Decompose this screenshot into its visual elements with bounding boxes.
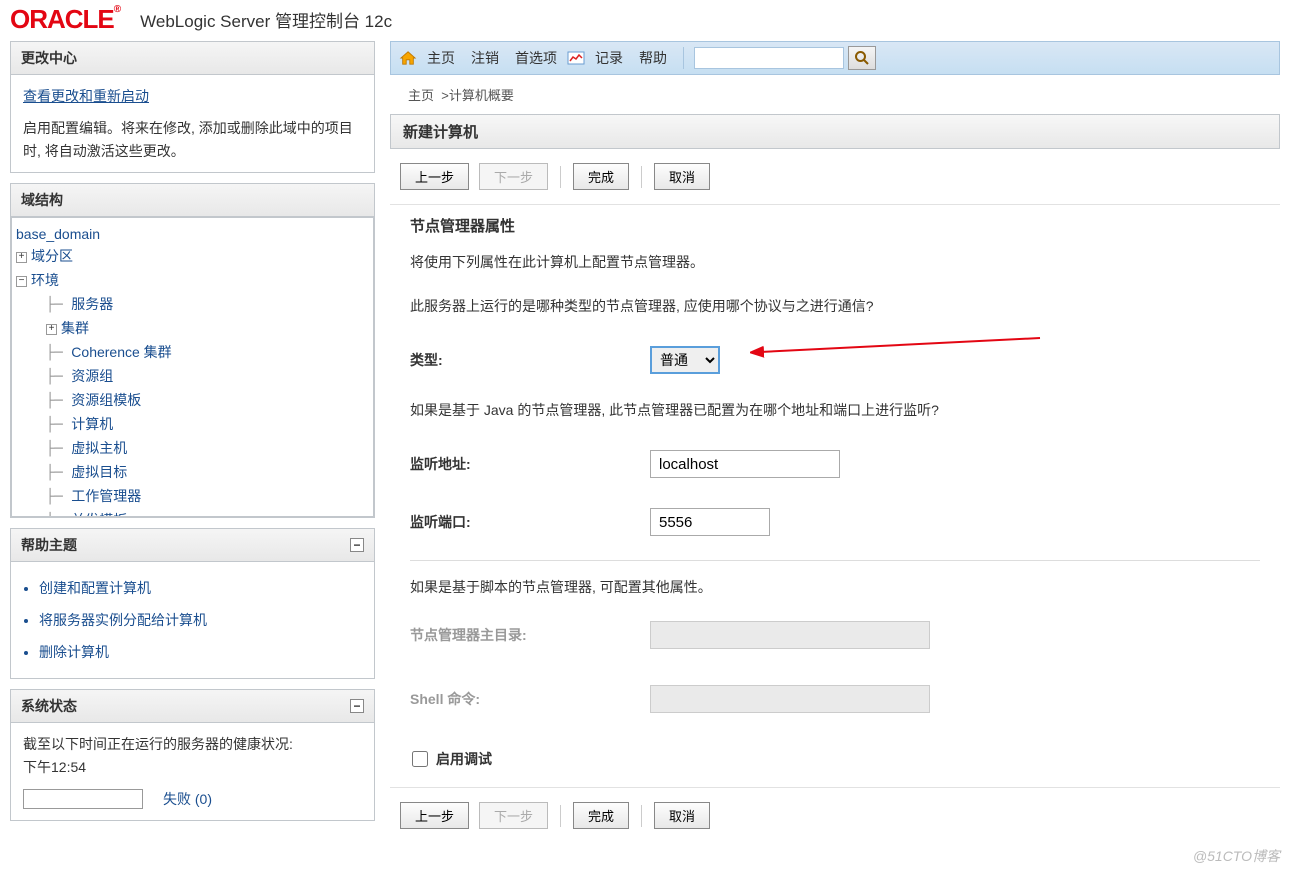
tree-virtual-targets[interactable]: 虚拟目标 — [71, 464, 127, 480]
section-title: 新建计算机 — [390, 114, 1280, 149]
nm-home-label: 节点管理器主目录: — [410, 625, 650, 645]
type-question: 此服务器上运行的是哪种类型的节点管理器, 应使用哪个协议与之进行通信? — [410, 290, 1260, 336]
back-button[interactable]: 上一步 — [400, 163, 469, 190]
system-status-panel: 系统状态 − 截至以下时间正在运行的服务器的健康状况: 下午12:54 失败 (… — [10, 689, 375, 821]
system-status-running: 截至以下时间正在运行的服务器的健康状况: — [23, 733, 362, 755]
tree-concurrent-templates[interactable]: 并发模板 — [71, 512, 127, 517]
search-input[interactable] — [694, 47, 844, 69]
debug-label: 启用调试 — [436, 749, 492, 769]
finish-button-bottom[interactable]: 完成 — [573, 802, 629, 829]
system-status-time: 下午12:54 — [23, 756, 362, 778]
finish-button[interactable]: 完成 — [573, 163, 629, 190]
collapse-icon[interactable]: − — [350, 699, 364, 713]
domain-structure-title: 域结构 — [11, 184, 374, 217]
toolbar-logout[interactable]: 注销 — [465, 48, 505, 68]
shell-cmd-input — [650, 685, 930, 713]
toolbar-home[interactable]: 主页 — [421, 48, 461, 68]
listen-port-label: 监听端口: — [410, 512, 650, 532]
help-link-2[interactable]: 将服务器实例分配给计算机 — [39, 612, 207, 628]
breadcrumb-current: 计算机概要 — [449, 88, 514, 103]
oracle-logo: ORACLE® — [10, 4, 120, 35]
tree-work-managers[interactable]: 工作管理器 — [71, 488, 141, 504]
health-bar — [23, 789, 143, 809]
tree-partition[interactable]: 域分区 — [31, 248, 73, 264]
domain-tree[interactable]: base_domain +域分区 −环境 ├─ 服务器 +集群 ├─ Coher… — [11, 217, 374, 517]
fail-count[interactable]: 失败 (0) — [163, 788, 212, 810]
search-icon — [854, 50, 870, 66]
app-header: ORACLE® WebLogic Server 管理控制台 12c — [0, 0, 1290, 41]
tree-machines[interactable]: 计算机 — [71, 416, 113, 432]
help-link-1[interactable]: 创建和配置计算机 — [39, 580, 151, 596]
tree-clusters[interactable]: 集群 — [61, 320, 89, 336]
breadcrumb: 主页 >计算机概要 — [390, 75, 1280, 114]
button-row-bottom: 上一步 下一步 完成 取消 — [390, 788, 1280, 843]
tree-root[interactable]: base_domain — [16, 226, 100, 242]
expand-icon[interactable]: + — [16, 252, 27, 263]
next-button-bottom: 下一步 — [479, 802, 548, 829]
form-heading: 节点管理器属性 — [410, 209, 1260, 242]
type-label: 类型: — [410, 350, 650, 370]
tree-coherence[interactable]: Coherence 集群 — [71, 344, 171, 360]
record-icon[interactable] — [567, 51, 585, 65]
tree-environment[interactable]: 环境 — [31, 272, 59, 288]
domain-structure-panel: 域结构 base_domain +域分区 −环境 ├─ 服务器 +集群 ├─ C… — [10, 183, 375, 518]
toolbar-help[interactable]: 帮助 — [633, 48, 673, 68]
collapse-icon[interactable]: − — [350, 538, 364, 552]
next-button: 下一步 — [479, 163, 548, 190]
nm-home-input — [650, 621, 930, 649]
change-center-panel: 更改中心 查看更改和重新启动 启用配置编辑。将来在修改, 添加或删除此域中的项目… — [10, 41, 375, 173]
help-topics-title: 帮助主题 — [21, 535, 77, 555]
help-link-3[interactable]: 删除计算机 — [39, 644, 109, 660]
form-desc: 将使用下列属性在此计算机上配置节点管理器。 — [410, 242, 1260, 290]
top-toolbar: 主页 注销 首选项 记录 帮助 — [390, 41, 1280, 75]
home-icon[interactable] — [399, 50, 417, 66]
tree-servers[interactable]: 服务器 — [71, 296, 113, 312]
change-center-title: 更改中心 — [11, 42, 374, 75]
button-row-top: 上一步 下一步 完成 取消 — [390, 149, 1280, 204]
change-center-desc: 启用配置编辑。将来在修改, 添加或删除此域中的项目时, 将自动激活这些更改。 — [23, 117, 362, 162]
annotation-arrow-icon — [750, 330, 1050, 370]
help-topics-panel: 帮助主题 − 创建和配置计算机 将服务器实例分配给计算机 删除计算机 — [10, 528, 375, 679]
toolbar-record[interactable]: 记录 — [589, 48, 629, 68]
watermark: @51CTO博客 — [1193, 846, 1280, 866]
tree-virtual-hosts[interactable]: 虚拟主机 — [71, 440, 127, 456]
listen-addr-label: 监听地址: — [410, 454, 650, 474]
cancel-button[interactable]: 取消 — [654, 163, 710, 190]
back-button-bottom[interactable]: 上一步 — [400, 802, 469, 829]
breadcrumb-home[interactable]: 主页 — [408, 88, 434, 103]
system-status-title: 系统状态 — [21, 696, 77, 716]
cancel-button-bottom[interactable]: 取消 — [654, 802, 710, 829]
search-button[interactable] — [848, 46, 876, 70]
listen-addr-input[interactable] — [650, 450, 840, 478]
tree-resource-templates[interactable]: 资源组模板 — [71, 392, 141, 408]
type-select[interactable]: 普通 — [650, 346, 720, 374]
app-title: WebLogic Server 管理控制台 12c — [140, 7, 392, 32]
script-question: 如果是基于脚本的节点管理器, 可配置其他属性。 — [410, 571, 1260, 611]
view-changes-link[interactable]: 查看更改和重新启动 — [23, 88, 149, 104]
tree-resource-groups[interactable]: 资源组 — [71, 368, 113, 384]
java-question: 如果是基于 Java 的节点管理器, 此节点管理器已配置为在哪个地址和端口上进行… — [410, 394, 1260, 440]
expand-icon[interactable]: + — [46, 324, 57, 335]
debug-checkbox[interactable] — [412, 751, 428, 767]
listen-port-input[interactable] — [650, 508, 770, 536]
toolbar-preferences[interactable]: 首选项 — [509, 48, 563, 68]
collapse-icon[interactable]: − — [16, 276, 27, 287]
shell-cmd-label: Shell 命令: — [410, 689, 650, 709]
